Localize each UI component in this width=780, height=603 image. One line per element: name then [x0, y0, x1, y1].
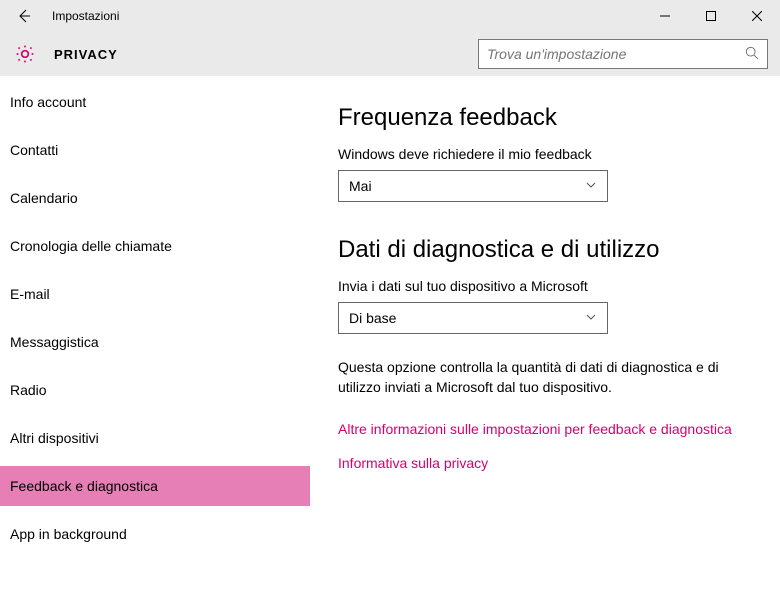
- minimize-icon: [660, 11, 670, 21]
- maximize-icon: [706, 11, 716, 21]
- search-input[interactable]: [487, 46, 745, 62]
- close-button[interactable]: [734, 0, 780, 32]
- search-icon: [745, 46, 759, 63]
- close-icon: [752, 11, 762, 21]
- feedback-frequency-label: Windows deve richiedere il mio feedback: [338, 146, 764, 162]
- chevron-down-icon: [585, 178, 597, 194]
- section-heading-feedback: Frequenza feedback: [338, 104, 764, 132]
- header: PRIVACY: [0, 32, 780, 76]
- sidebar-item[interactable]: Radio: [0, 370, 310, 410]
- maximize-button[interactable]: [688, 0, 734, 32]
- sidebar-item[interactable]: Info account: [0, 82, 310, 122]
- gear-icon: [14, 43, 36, 65]
- page-title: PRIVACY: [54, 47, 118, 62]
- window-title: Impostazioni: [52, 9, 119, 23]
- sidebar-item[interactable]: Altri dispositivi: [0, 418, 310, 458]
- feedback-frequency-value: Mai: [349, 178, 372, 194]
- back-arrow-icon: [16, 8, 32, 24]
- more-info-link[interactable]: Altre informazioni sulle impostazioni pe…: [338, 421, 764, 437]
- sidebar-item[interactable]: Cronologia delle chiamate: [0, 226, 310, 266]
- feedback-frequency-dropdown[interactable]: Mai: [338, 170, 608, 202]
- section-heading-diagnostics: Dati di diagnostica e di utilizzo: [338, 236, 764, 264]
- diagnostics-description: Questa opzione controlla la quantità di …: [338, 358, 764, 397]
- sidebar-item[interactable]: Calendario: [0, 178, 310, 218]
- sidebar-item[interactable]: App in background: [0, 514, 310, 554]
- diagnostics-value: Di base: [349, 310, 396, 326]
- sidebar: Info account Contatti Calendario Cronologia…: [0, 76, 310, 603]
- titlebar: Impostazioni: [0, 0, 780, 32]
- back-button[interactable]: [8, 0, 40, 32]
- search-box[interactable]: [478, 39, 768, 69]
- privacy-link[interactable]: Informativa sulla privacy: [338, 455, 764, 471]
- diagnostics-label: Invia i dati sul tuo dispositivo a Micro…: [338, 278, 764, 294]
- sidebar-item[interactable]: Feedback e diagnostica: [0, 466, 310, 506]
- minimize-button[interactable]: [642, 0, 688, 32]
- diagnostics-dropdown[interactable]: Di base: [338, 302, 608, 334]
- chevron-down-icon: [585, 310, 597, 326]
- sidebar-item[interactable]: E-mail: [0, 274, 310, 314]
- sidebar-item[interactable]: Messaggistica: [0, 322, 310, 362]
- content-area: Frequenza feedback Windows deve richiede…: [310, 76, 780, 603]
- sidebar-item[interactable]: Contatti: [0, 130, 310, 170]
